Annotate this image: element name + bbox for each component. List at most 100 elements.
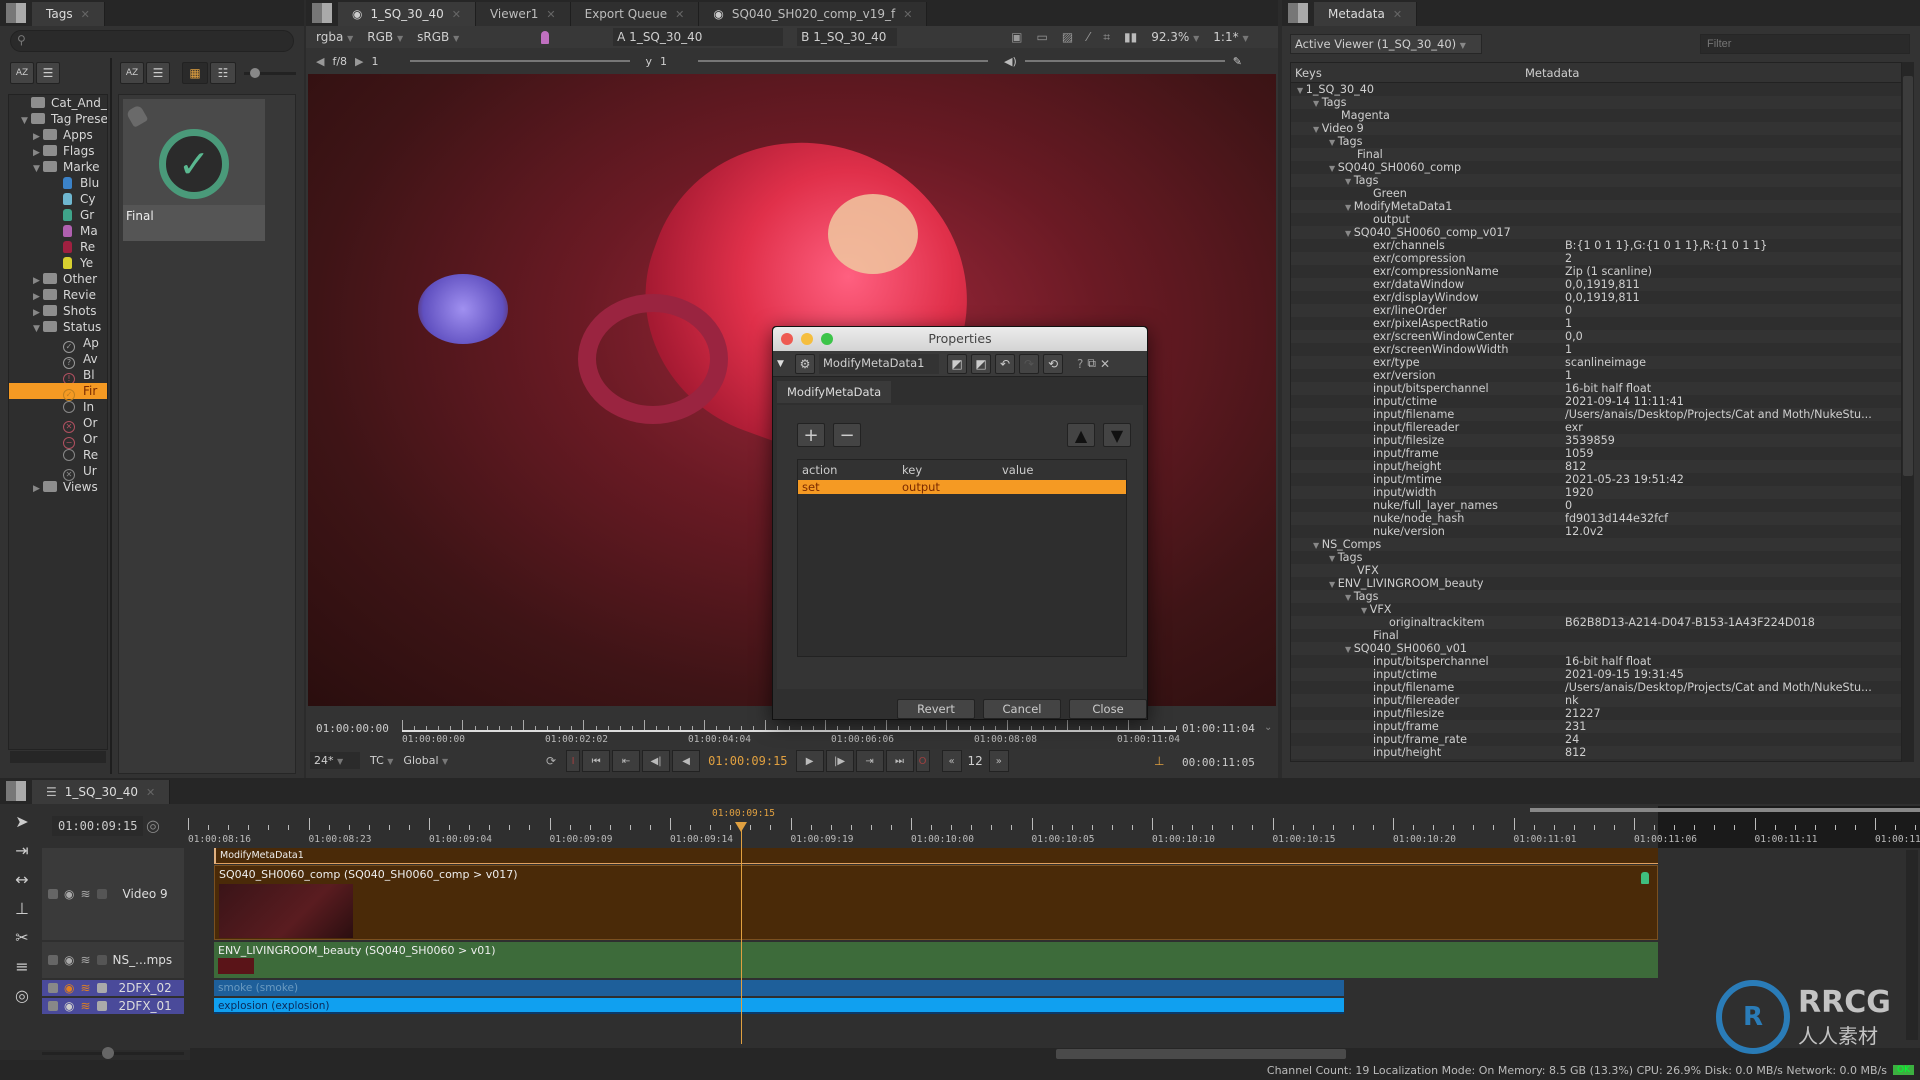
column-header-keys[interactable]: Keys (1291, 66, 1525, 80)
splitter[interactable] (110, 58, 112, 774)
expand-icon[interactable]: ⌄ (1264, 722, 1272, 733)
metadata-row[interactable]: exr/displayWindow 0,0,1919,811 (1291, 291, 1901, 304)
wipe-icon[interactable]: ▣ (1011, 30, 1022, 44)
expanded-arrow-icon[interactable]: ▼ (1329, 138, 1338, 147)
expanded-arrow-icon[interactable]: ▼ (1313, 541, 1322, 550)
play-forward-button[interactable]: ▶ (795, 750, 824, 772)
table-row[interactable]: set output (798, 480, 1126, 494)
metadata-row[interactable]: ▼ Tags (1291, 551, 1901, 564)
clip-sq040-sh0060-comp[interactable]: SQ040_SH0060_comp (SQ040_SH0060_comp > v… (214, 865, 1658, 940)
tab-tags[interactable]: Tags ✕ (32, 2, 105, 26)
tag-tree-item[interactable]: ✕ Or (9, 415, 107, 433)
tab-metadata[interactable]: Metadata ✕ (1314, 2, 1418, 26)
tag-color-icon[interactable] (541, 30, 550, 44)
visibility-icon[interactable]: ◉ (64, 999, 74, 1013)
metadata-row[interactable]: input/filesize 3539859 (1291, 434, 1901, 447)
metadata-row[interactable]: exr/screenWindowWidth 1 (1291, 343, 1901, 356)
undo-icon[interactable]: ↶ (995, 353, 1015, 374)
close-icon[interactable]: ✕ (146, 786, 155, 799)
expanded-arrow-icon[interactable]: ▼ (1329, 580, 1338, 589)
tag-tree-item[interactable]: ? Av (9, 351, 107, 369)
close-icon[interactable]: ✕ (81, 8, 90, 21)
node-settings-icon[interactable]: ⚙ (795, 353, 815, 374)
expanded-arrow-icon[interactable]: ▼ (1329, 554, 1338, 563)
track-select-tool-icon[interactable]: ⇥ (15, 841, 28, 860)
scope-dropdown[interactable]: Global ▼ (403, 754, 448, 767)
close-icon[interactable]: ✕ (675, 8, 684, 21)
tag-tree-item[interactable]: ▶ Flags (9, 143, 107, 159)
tag-tree-item[interactable]: ▶ Views (9, 479, 107, 495)
go-to-end-button[interactable]: ⏭ (885, 750, 914, 772)
lock-icon[interactable] (48, 983, 58, 993)
redo-icon[interactable]: ↷ (1019, 353, 1039, 374)
metadata-row[interactable]: input/frame 231 (1291, 720, 1901, 733)
roi-icon[interactable]: ⌗ (1103, 30, 1110, 45)
expanded-arrow-icon[interactable]: ▼ (1345, 229, 1354, 238)
metadata-row[interactable]: exr/screenWindowCenter 0,0 (1291, 330, 1901, 343)
remove-row-button[interactable]: − (833, 423, 861, 447)
lut-dropdown[interactable]: sRGB ▼ (417, 30, 487, 44)
column-header-action[interactable]: action (798, 463, 898, 477)
source-dropdown[interactable]: Active Viewer (1_SQ_30_40) ▼ (1290, 34, 1482, 54)
tag-tree-item[interactable]: ▼ Marke (9, 159, 107, 175)
close-icon[interactable]: ✕ (546, 8, 555, 21)
marker-icon[interactable]: ⊥ (1154, 754, 1164, 768)
layers-icon[interactable]: ≋ (80, 981, 90, 995)
column-header-value[interactable]: value (998, 463, 1033, 477)
metadata-row[interactable]: Final (1291, 148, 1901, 161)
visibility-icon[interactable]: ◉ (64, 981, 74, 995)
viewer-tab[interactable]: ◉ 1_SQ_30_40 ✕ (338, 2, 476, 26)
metadata-row[interactable]: exr/compressionName Zip (1 scanline) (1291, 265, 1901, 278)
speaker-icon[interactable]: ◀) (1004, 55, 1017, 68)
next-edit-button[interactable]: ⇥ (855, 750, 884, 772)
loop-mode-icon[interactable]: ⟳ (546, 754, 556, 768)
single-view-icon[interactable]: ▭ (1037, 30, 1048, 44)
in-point-button[interactable]: I (566, 750, 581, 772)
metadata-row[interactable]: ▼ 1_SQ_30_40 (1291, 83, 1901, 96)
metadata-row[interactable]: input/filename/Users/anais/Desktop/Proje… (1291, 681, 1901, 694)
timeline-v-scrollbar[interactable] (1906, 850, 1918, 1040)
multi-tool-icon[interactable]: ◎ (15, 986, 29, 1005)
blend-icon[interactable] (96, 889, 107, 899)
input-b-dropdown[interactable]: B 1_SQ_30_40 (797, 28, 898, 46)
metadata-row[interactable]: Green (1291, 187, 1901, 200)
thumbnail-size-slider[interactable] (244, 68, 296, 78)
colorspace-dropdown[interactable]: RGB ▼ (367, 30, 403, 44)
fstop-prev-icon[interactable]: ◀ (316, 55, 324, 68)
input-a-dropdown[interactable]: A 1_SQ_30_40 (613, 28, 784, 46)
move-up-button[interactable]: ▲ (1067, 423, 1095, 447)
lock-icon[interactable] (48, 1001, 58, 1011)
tags-search-input[interactable]: ⚲ (10, 30, 294, 52)
close-icon[interactable]: ✕ (452, 8, 461, 21)
tag-tree-item[interactable]: ✕ Ur (9, 463, 107, 481)
playhead-handle[interactable] (735, 822, 747, 832)
metadata-row[interactable]: exr/channels B:{1 0 1 1},G:{1 0 1 1},R:{1… (1291, 239, 1901, 252)
tag-tree-item[interactable]: ▼ Tag Prese (9, 111, 107, 127)
tag-tree-item[interactable]: Cy (9, 191, 107, 207)
node-name-field[interactable]: ModifyMetaData1 (819, 353, 939, 374)
step-input[interactable]: 12 (964, 754, 987, 768)
track-header-video9[interactable]: ◉ ≋ Video 9 (42, 848, 184, 940)
metadata-row[interactable]: input/frame 1059 (1291, 447, 1901, 460)
eyedropper-icon[interactable]: ✎ (1233, 55, 1242, 68)
tag-tree-item[interactable]: ▶ Shots (9, 303, 107, 319)
status-ok-badge[interactable]: OK (1893, 1065, 1914, 1075)
help-icon[interactable]: ? (1077, 357, 1083, 371)
filter-input[interactable] (1700, 34, 1910, 54)
snap-icon[interactable]: ◎ (146, 816, 160, 835)
metadata-scrollbar[interactable] (1902, 62, 1914, 762)
metadata-row[interactable]: exr/version 1 (1291, 369, 1901, 382)
metadata-row[interactable]: input/filereader nk (1291, 694, 1901, 707)
grid-view-button[interactable]: ▦ (182, 62, 208, 84)
tag-tree-item[interactable]: ▶ Other (9, 271, 107, 287)
metadata-row[interactable]: exr/type scanlineimage (1291, 356, 1901, 369)
step-back-n-button[interactable]: « (941, 750, 962, 772)
pane-menu-icon[interactable] (1288, 3, 1308, 23)
go-to-start-button[interactable]: ⏮ (582, 750, 611, 772)
gamma-slider[interactable] (698, 60, 989, 62)
ratio-dropdown[interactable]: 1:1* ▼ (1213, 30, 1248, 44)
move-down-button[interactable]: ▼ (1103, 423, 1131, 447)
tree-scrollbar[interactable] (10, 751, 106, 763)
pause-icon[interactable]: ▮▮ (1124, 30, 1137, 44)
metadata-row[interactable]: ▼ Tags (1291, 174, 1901, 187)
